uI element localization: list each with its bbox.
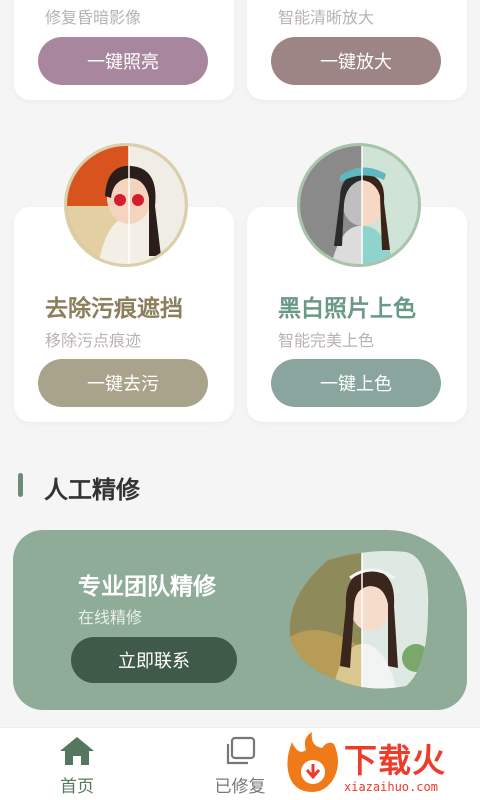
- banner-sample-photo: [288, 548, 433, 693]
- enlarge-button[interactable]: 一键放大: [271, 37, 441, 85]
- watermark-text: 下载火: [344, 741, 446, 780]
- brighten-button[interactable]: 一键照亮: [38, 37, 208, 85]
- sample-photo-stain: [64, 143, 188, 267]
- feature-title: 黑白照片上色: [278, 296, 416, 322]
- watermark-url: xiazaihuo.com: [344, 780, 438, 794]
- feature-card-brighten: 修复昏暗影像 一键照亮: [14, 0, 234, 100]
- contact-button[interactable]: 立即联系: [71, 637, 237, 683]
- flame-icon: [284, 732, 342, 798]
- feature-subtitle: 智能清晰放大: [278, 8, 375, 27]
- feature-card-enlarge: 智能清晰放大 一键放大: [247, 0, 467, 100]
- feature-subtitle: 智能完美上色: [278, 331, 375, 350]
- layers-icon: [223, 736, 257, 770]
- colorize-button[interactable]: 一键上色: [271, 359, 441, 407]
- sample-photo-colorize: [297, 143, 421, 267]
- feature-title: 去除污痕遮挡: [45, 296, 183, 322]
- feature-subtitle: 修复昏暗影像: [45, 8, 142, 27]
- banner-subtitle: 在线精修: [78, 608, 143, 627]
- tab-home-label: 首页: [60, 777, 94, 797]
- watermark-logo: 下载火 xiazaihuo.com: [282, 730, 478, 800]
- home-icon: [59, 736, 95, 770]
- section-title: 人工精修: [44, 476, 140, 504]
- banner-title: 专业团队精修: [78, 574, 216, 600]
- feature-subtitle: 移除污点痕迹: [45, 331, 142, 350]
- tab-home[interactable]: 首页: [17, 728, 137, 800]
- section-marker: [18, 473, 23, 497]
- remove-stain-button[interactable]: 一键去污: [38, 359, 208, 407]
